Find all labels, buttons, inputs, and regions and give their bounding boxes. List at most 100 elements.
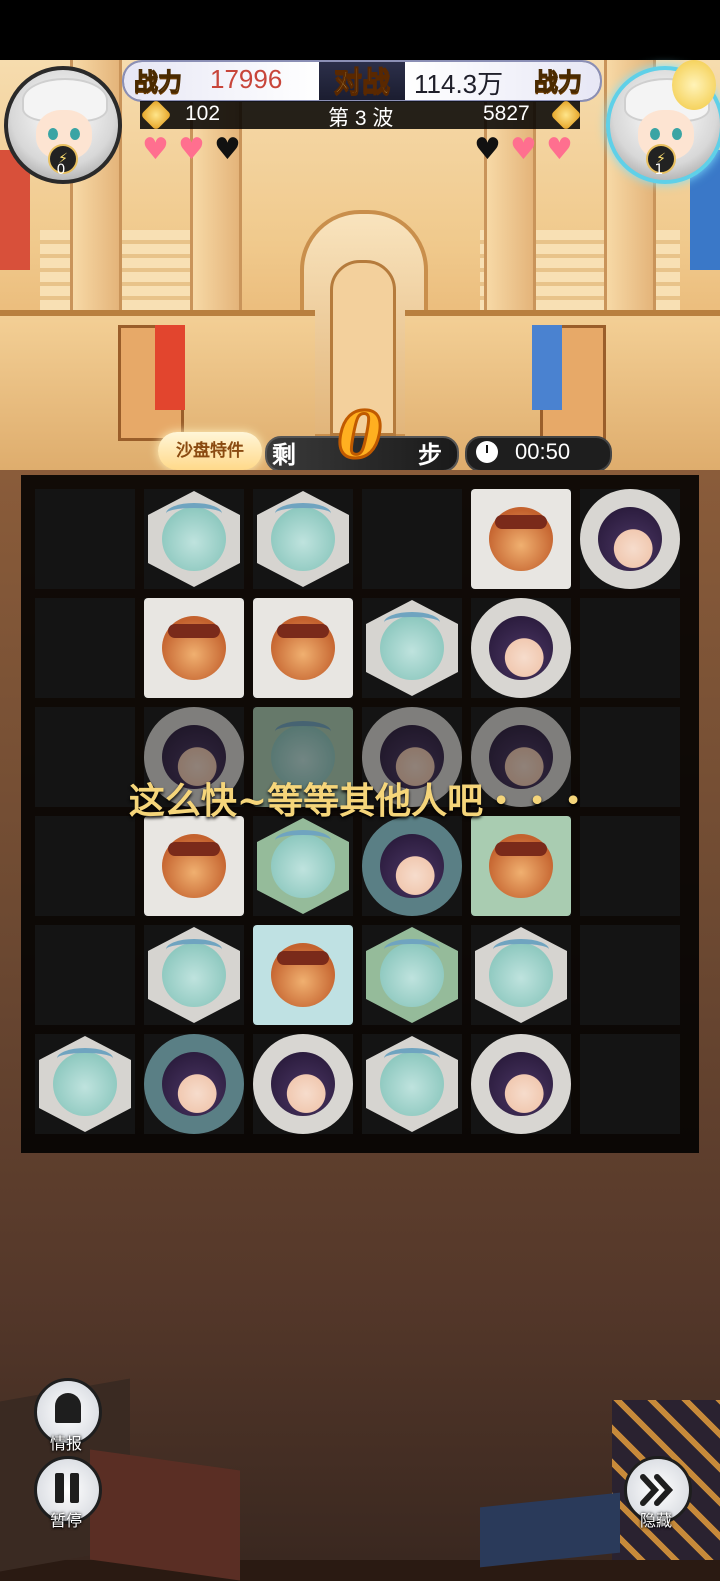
bull-piece-icon: [271, 943, 335, 1007]
left-heart-icon: ♥: [142, 132, 169, 167]
board-cell[interactable]: [362, 1034, 462, 1134]
girl-piece-icon: [271, 1052, 335, 1116]
right-coin-count: 5827: [483, 102, 530, 125]
tile[interactable]: [253, 1034, 353, 1134]
tile[interactable]: [475, 927, 567, 1023]
dog-piece-icon: [271, 503, 335, 571]
power-vs-bar: 战力 17996 对战 114.3万 战力: [122, 60, 602, 102]
board-cell[interactable]: [253, 816, 353, 916]
right-heart-empty-icon: ♥: [474, 132, 501, 167]
sandbox-feature-button[interactable]: 沙盘特件: [158, 432, 262, 470]
status-bar: [0, 0, 720, 60]
board-cell[interactable]: [580, 489, 680, 589]
tile[interactable]: [144, 1034, 244, 1134]
tile[interactable]: [471, 1034, 571, 1134]
girl-piece-icon: [489, 1052, 553, 1116]
tile[interactable]: [366, 927, 458, 1023]
board-cell[interactable]: [144, 598, 244, 698]
board-cell[interactable]: [35, 598, 135, 698]
girl-piece-icon: [598, 507, 662, 571]
board-cell[interactable]: [35, 925, 135, 1025]
opponent-pet-icon: [672, 60, 716, 110]
vs-label: 对战: [333, 65, 390, 99]
dog-piece-icon: [380, 612, 444, 680]
bull-piece-icon: [162, 616, 226, 680]
board-cell[interactable]: [144, 1034, 244, 1134]
pause-button-label[interactable]: 暂停: [31, 1507, 101, 1531]
right-heart-icon: ♥: [546, 132, 573, 167]
board-cell[interactable]: [362, 598, 462, 698]
board-cell[interactable]: [35, 1034, 135, 1134]
board-cell[interactable]: [253, 925, 353, 1025]
left-heart-empty-icon: ♥: [214, 132, 241, 167]
wave-label: 第 3 波: [328, 107, 394, 130]
board-cell[interactable]: [253, 598, 353, 698]
board-cell[interactable]: [362, 816, 462, 916]
right-heart-icon: ♥: [510, 132, 537, 167]
tile[interactable]: [144, 598, 244, 698]
right-power-value: 114.3万: [414, 69, 504, 99]
board-cell[interactable]: [144, 816, 244, 916]
timer-text: 00:50: [515, 439, 571, 464]
girl-piece-icon: [489, 616, 553, 680]
dog-piece-icon: [271, 830, 335, 898]
tile[interactable]: [253, 598, 353, 698]
bull-piece-icon: [162, 834, 226, 898]
board-cell[interactable]: [471, 598, 571, 698]
podium-flag-blue: [532, 325, 562, 410]
board-cell[interactable]: [362, 925, 462, 1025]
player-level: 0: [56, 162, 66, 178]
tile[interactable]: [253, 925, 353, 1025]
right-power-label: 战力: [534, 67, 583, 97]
dog-piece-icon: [380, 939, 444, 1007]
tile[interactable]: [144, 816, 244, 916]
tile[interactable]: [148, 927, 240, 1023]
bull-piece-icon: [271, 616, 335, 680]
board-cell[interactable]: [144, 489, 244, 589]
hide-button-label[interactable]: 隐藏: [621, 1507, 691, 1531]
steps-prefix: 剩: [272, 440, 296, 469]
steps-suffix: 步: [418, 440, 442, 469]
board-cell[interactable]: [580, 925, 680, 1025]
board-cell[interactable]: [253, 1034, 353, 1134]
tile[interactable]: [471, 489, 571, 589]
board-cell[interactable]: [580, 816, 680, 916]
steps-remaining-value: 0: [336, 397, 384, 475]
bull-piece-icon: [489, 507, 553, 571]
intel-button-label[interactable]: 情报: [31, 1430, 101, 1454]
tile[interactable]: [362, 816, 462, 916]
board-cell[interactable]: [580, 598, 680, 698]
waiting-message: 这么快~等等其他人吧・・・: [128, 780, 592, 822]
dog-piece-icon: [162, 503, 226, 571]
tile[interactable]: [39, 1036, 131, 1132]
alarm-clock-icon: [476, 441, 498, 463]
girl-piece-icon: [162, 1052, 226, 1116]
tile[interactable]: [471, 816, 571, 916]
left-power-label: 战力: [134, 67, 183, 97]
tile[interactable]: [148, 491, 240, 587]
board-cell[interactable]: [471, 1034, 571, 1134]
crate-left-2: [90, 1449, 240, 1581]
board-cell[interactable]: [471, 489, 571, 589]
tile[interactable]: [366, 1036, 458, 1132]
dog-piece-icon: [162, 939, 226, 1007]
opponent-level: 1: [654, 162, 664, 178]
board-cell[interactable]: [35, 816, 135, 916]
tile[interactable]: [366, 600, 458, 696]
board-cell[interactable]: [253, 489, 353, 589]
tile[interactable]: [257, 491, 349, 587]
tile[interactable]: [580, 489, 680, 589]
crate-right-2: [480, 1492, 620, 1568]
left-coin-count: 102: [185, 102, 221, 125]
board-cell[interactable]: [471, 925, 571, 1025]
board-cell[interactable]: [35, 489, 135, 589]
dog-piece-icon: [380, 1048, 444, 1116]
board-cell[interactable]: [144, 925, 244, 1025]
girl-piece-icon: [380, 834, 444, 898]
board-cell[interactable]: [580, 1034, 680, 1134]
board-cell[interactable]: [362, 489, 462, 589]
board-cell[interactable]: [471, 816, 571, 916]
tile[interactable]: [257, 818, 349, 914]
tile[interactable]: [471, 598, 571, 698]
bull-piece-icon: [489, 834, 553, 898]
